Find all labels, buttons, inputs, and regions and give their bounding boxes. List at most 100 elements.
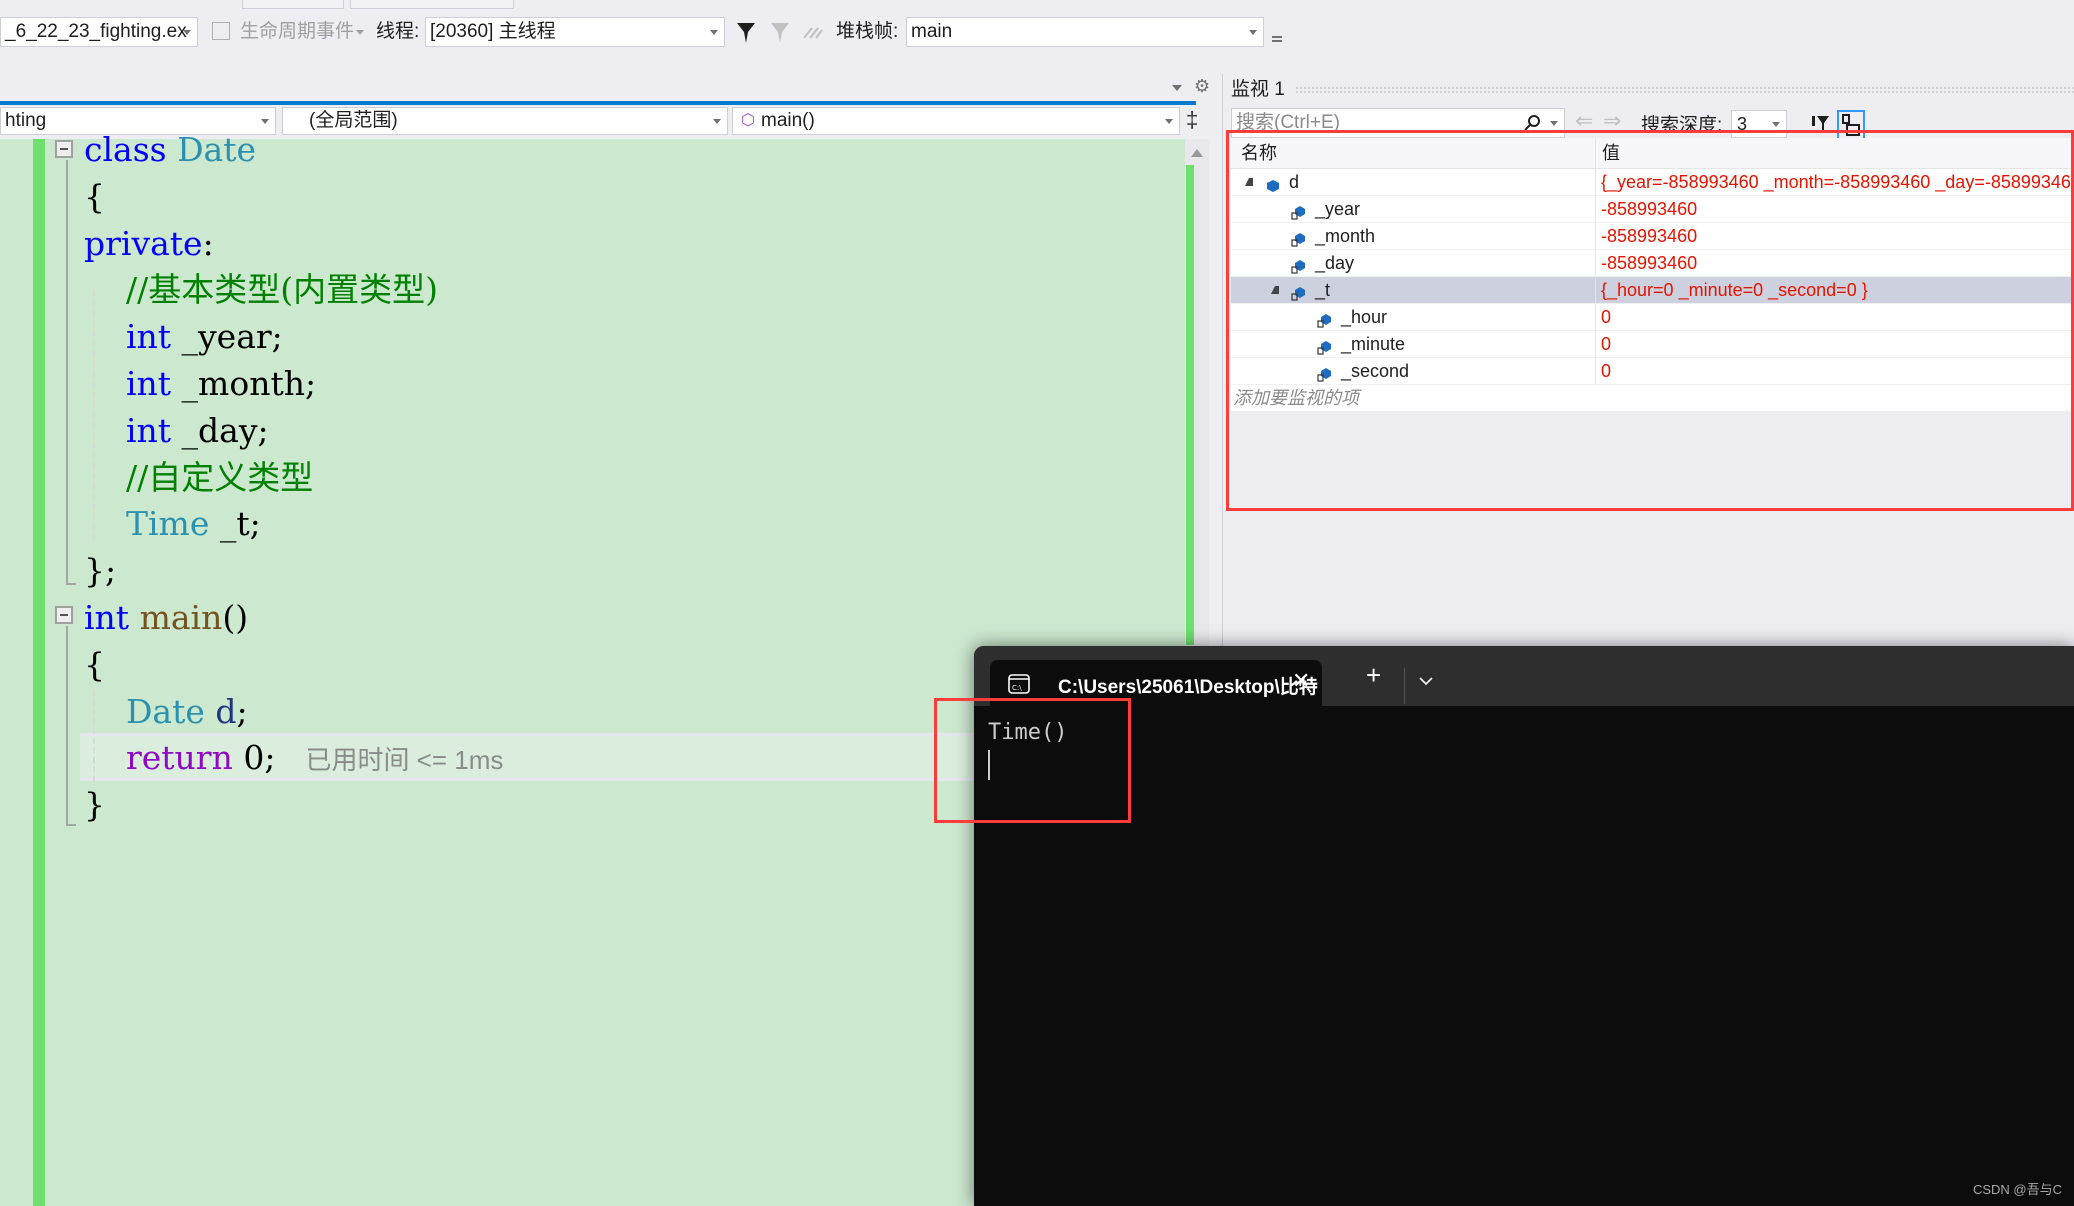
- code-line[interactable]: {: [84, 642, 105, 688]
- fold-guide: [66, 160, 68, 585]
- back-arrow-icon[interactable]: ⇐: [1575, 108, 1593, 134]
- filter-icon[interactable]: [736, 22, 756, 44]
- private-field-icon: [1291, 255, 1306, 274]
- code-token: int: [125, 410, 172, 450]
- watch-row[interactable]: _second 0: [1231, 358, 2074, 385]
- terminal-window: C:\ C:\Users\25061\Desktop\比特 ✕ + Time()…: [974, 646, 2074, 1206]
- search-depth-combo[interactable]: 3: [1731, 110, 1787, 138]
- watch-item-name: _year: [1315, 199, 1361, 219]
- terminal-tab[interactable]: C:\ C:\Users\25061\Desktop\比特 ✕: [990, 660, 1322, 706]
- panel-grip[interactable]: [1295, 86, 2074, 94]
- code-token: };: [84, 551, 117, 591]
- code-line[interactable]: return 0; 已用时间 <= 1ms: [84, 735, 503, 783]
- watch-search-input[interactable]: 搜索(Ctrl+E): [1231, 108, 1565, 138]
- filter-pin-icon[interactable]: [1811, 114, 1831, 134]
- watch-row[interactable]: _day -858993460: [1231, 250, 2074, 277]
- watch-row[interactable]: _month -858993460: [1231, 223, 2074, 250]
- chevron-down-icon[interactable]: [356, 30, 364, 35]
- column-header-value[interactable]: 值: [1595, 138, 1620, 168]
- collapse-class-icon[interactable]: [55, 140, 73, 158]
- terminal-tab-bar: C:\ C:\Users\25061\Desktop\比特 ✕ +: [974, 646, 2074, 706]
- code-line[interactable]: //自定义类型: [84, 455, 313, 501]
- filter-clear-icon[interactable]: [770, 22, 790, 44]
- expand-toggle-icon[interactable]: [1245, 178, 1253, 186]
- watch-row[interactable]: _year -858993460: [1231, 196, 2074, 223]
- split-editor-icon[interactable]: ‡: [1186, 107, 1198, 133]
- lifecycle-events-icon[interactable]: [212, 22, 230, 40]
- code-token: Time: [125, 504, 210, 544]
- watch-item-name: _month: [1315, 226, 1376, 246]
- expand-toggle-icon[interactable]: [1271, 286, 1279, 294]
- thread-combo[interactable]: [20360] 主线程: [425, 17, 725, 47]
- watch-panel-title: 监视 1: [1231, 79, 1285, 100]
- watch-item-value[interactable]: {_hour=0 _minute=0 _second=0 }: [1595, 277, 1868, 303]
- code-line[interactable]: int _month;: [84, 361, 316, 407]
- add-watch-row[interactable]: 添加要监视的项: [1231, 385, 2074, 411]
- chevron-down-icon: [261, 119, 269, 124]
- chevron-down-icon[interactable]: [1550, 121, 1558, 126]
- watch-item-value[interactable]: -858993460: [1595, 223, 1697, 249]
- code-line[interactable]: Date d;: [84, 689, 248, 735]
- terminal-cursor: [988, 750, 990, 780]
- watch-item-value[interactable]: {_year=-858993460 _month=-858993460 _day…: [1595, 169, 2074, 195]
- scrollbar-change-marker: [1186, 165, 1194, 645]
- code-line[interactable]: class Date: [84, 127, 256, 173]
- stackframe-combo[interactable]: main: [906, 17, 1264, 47]
- code-line[interactable]: {: [84, 174, 105, 220]
- code-line[interactable]: int _year;: [84, 314, 283, 360]
- close-tab-icon[interactable]: ✕: [1292, 668, 1310, 694]
- search-icon[interactable]: [1524, 115, 1540, 131]
- watch-row[interactable]: _t {_hour=0 _minute=0 _second=0 }: [1231, 277, 2074, 304]
- code-line[interactable]: };: [84, 548, 116, 594]
- process-value: _6_22_23_fighting.ex: [5, 21, 187, 42]
- collapse-main-icon[interactable]: [55, 606, 73, 624]
- watch-item-name: _day: [1315, 253, 1355, 273]
- chevron-down-icon: [713, 119, 721, 124]
- search-depth-label: 搜索深度:: [1641, 115, 1723, 136]
- watch-item-value[interactable]: 0: [1595, 358, 1611, 384]
- code-line[interactable]: int _day;: [84, 408, 269, 454]
- scroll-up-icon[interactable]: [1191, 149, 1203, 157]
- process-combo[interactable]: _6_22_23_fighting.ex: [0, 17, 198, 47]
- private-field-icon: [1317, 309, 1332, 328]
- watch-row[interactable]: _hour 0: [1231, 304, 2074, 331]
- code-token: class: [84, 130, 178, 169]
- code-token: //基本类型(内置类型): [84, 270, 438, 310]
- code-line[interactable]: //基本类型(内置类型): [84, 267, 438, 313]
- scope-combo[interactable]: (全局范围): [282, 107, 728, 135]
- scope-value: (全局范围): [309, 110, 398, 131]
- code-token: }: [84, 785, 105, 825]
- column-header-name[interactable]: 名称: [1241, 138, 1277, 168]
- watermark: CSDN @吾与C: [1972, 1182, 2062, 1197]
- code-token: {: [84, 176, 105, 216]
- watch-row[interactable]: _minute 0: [1231, 331, 2074, 358]
- code-line[interactable]: private:: [84, 221, 214, 267]
- forward-arrow-icon[interactable]: ⇒: [1603, 108, 1621, 134]
- code-line[interactable]: Time _t;: [84, 501, 261, 547]
- terminal-output: Time(): [988, 720, 1068, 745]
- watch-row[interactable]: d {_year=-858993460 _month=-858993460 _da…: [1231, 169, 2074, 196]
- member-combo[interactable]: ⬡ main(): [732, 107, 1180, 135]
- toolbar-button[interactable]: [350, 0, 514, 9]
- code-token: _year;: [171, 317, 283, 357]
- search-placeholder: 搜索(Ctrl+E): [1236, 112, 1340, 133]
- code-line[interactable]: int main(): [84, 595, 248, 641]
- toolbar-button[interactable]: [242, 0, 344, 9]
- watch-item-value[interactable]: 0: [1595, 331, 1611, 357]
- chevron-down-icon[interactable]: [1418, 676, 1434, 686]
- toolbar-overflow-icon[interactable]: [1272, 40, 1282, 42]
- add-watch-placeholder[interactable]: 添加要监视的项: [1233, 385, 1359, 411]
- tab-list-dropdown-icon[interactable]: [1172, 85, 1182, 91]
- code-line[interactable]: }: [84, 782, 105, 828]
- lifecycle-events-button[interactable]: 生命周期事件: [240, 17, 354, 47]
- gear-icon[interactable]: ⚙: [1194, 76, 1210, 97]
- watch-item-value[interactable]: 0: [1595, 304, 1611, 330]
- watch-item-value[interactable]: -858993460: [1595, 196, 1697, 222]
- swap-threads-icon[interactable]: [802, 24, 824, 40]
- view-hierarchy-button[interactable]: [1837, 110, 1865, 140]
- new-tab-icon[interactable]: +: [1366, 660, 1381, 691]
- watch-item-value[interactable]: -858993460: [1595, 250, 1697, 276]
